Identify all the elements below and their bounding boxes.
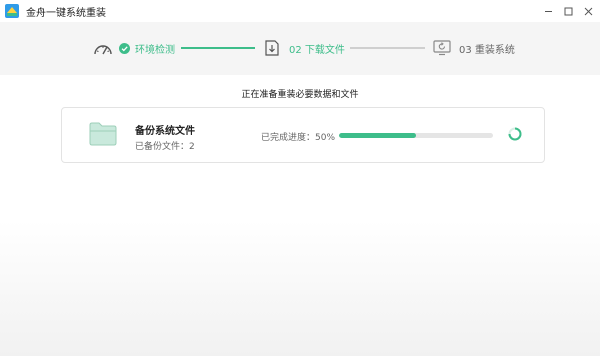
steps-bar: 环境检测 02 下载文件 03 重装系统 [0, 22, 600, 75]
close-icon [584, 7, 592, 15]
step-label-reinstall: 03 重装系统 [459, 44, 515, 56]
status-subtitle: 正在准备重装必要数据和文件 [241, 90, 359, 100]
gauge-icon [94, 45, 112, 55]
step-connector-2 [350, 47, 425, 49]
title-bar: 金舟一键系统重装 [0, 0, 600, 22]
step-environment-check: 环境检测 [93, 39, 175, 57]
check-circle-icon [119, 42, 130, 54]
task-title: 备份系统文件 [135, 126, 195, 137]
step-connector-1 [181, 47, 255, 49]
close-button[interactable] [580, 3, 596, 19]
progress-bar-fill [339, 133, 416, 138]
step-label-download: 02 下载文件 [289, 44, 345, 56]
backed-up-files-count: 已备份文件：2 [135, 142, 195, 152]
minimize-button[interactable] [540, 3, 556, 19]
restart-icon [433, 40, 451, 56]
progress-label: 已完成进度：50% [261, 133, 336, 143]
step-label-environment: 环境检测 [135, 44, 175, 56]
folder-icon [89, 122, 117, 146]
maximize-icon [564, 7, 572, 15]
maximize-button[interactable] [560, 3, 576, 19]
step-download-files: 02 下载文件 [265, 39, 345, 57]
download-icon [265, 40, 279, 56]
step-reinstall-system: 03 重装系统 [433, 39, 515, 57]
backup-task-card: 备份系统文件 已备份文件：2 已完成进度：50% [61, 107, 545, 163]
app-title: 金舟一键系统重装 [26, 8, 106, 19]
loading-spinner-icon [508, 127, 522, 141]
progress-bar [339, 133, 493, 138]
minimize-icon [544, 10, 552, 12]
app-logo-icon [5, 4, 19, 18]
